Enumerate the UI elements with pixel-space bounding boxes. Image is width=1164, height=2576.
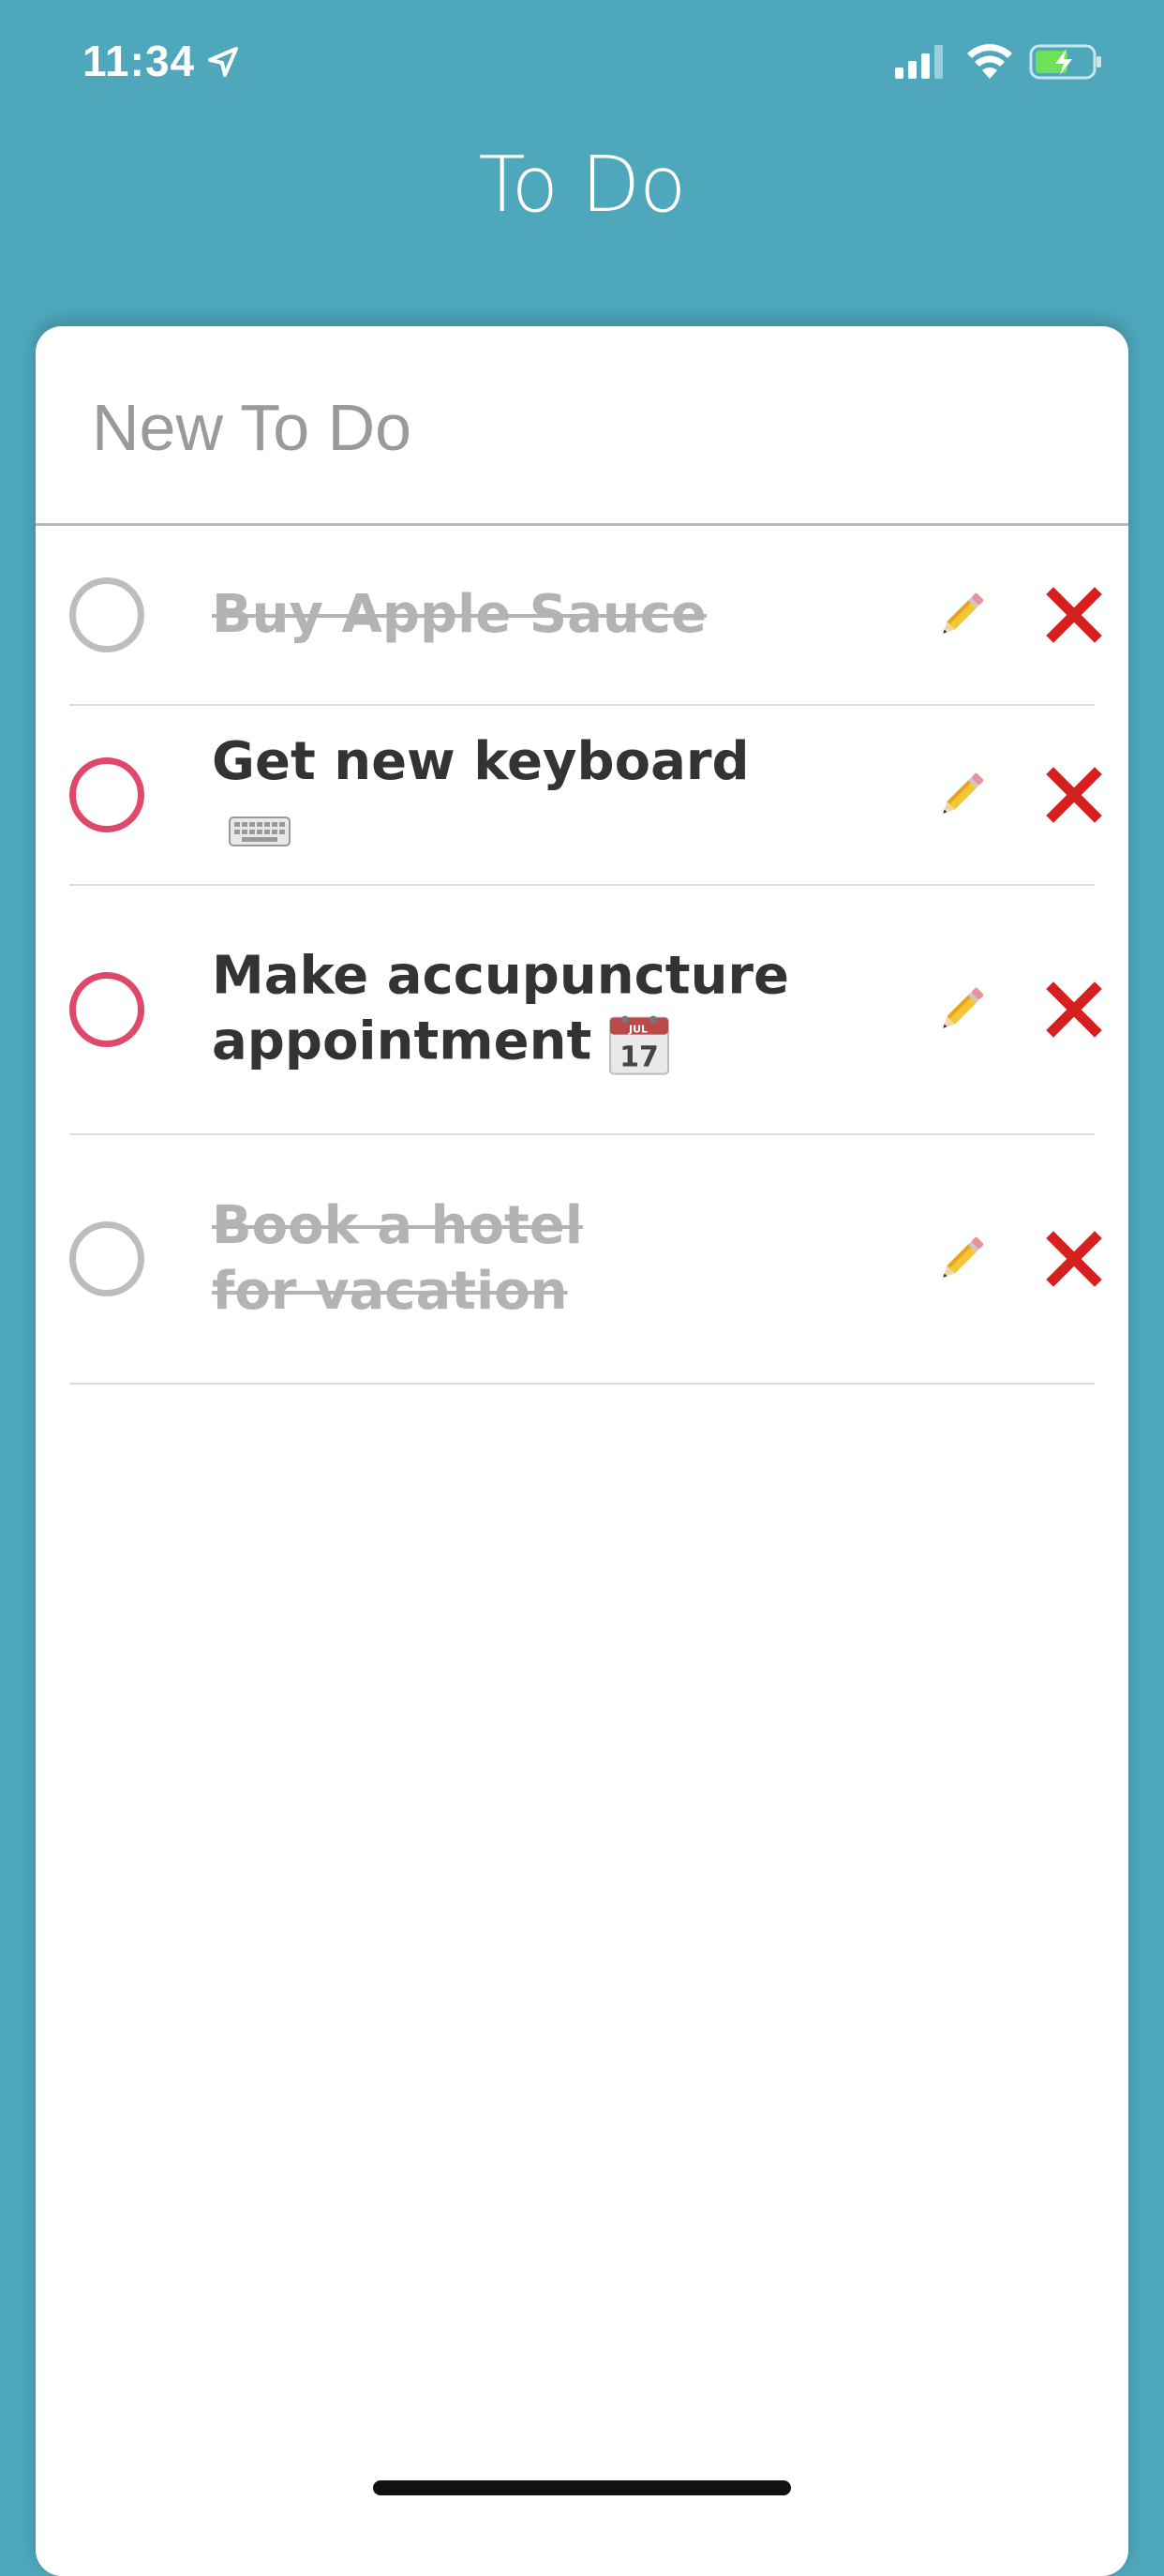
cellular-signal-icon [895,45,943,79]
todo-text-container[interactable]: Get new keyboard [212,729,793,861]
list-item: Make accupuncture appointment JUL 17 [69,886,1102,1135]
wifi-icon [967,44,1012,79]
close-x-icon[interactable] [1046,1231,1102,1287]
todo-text: Make accupuncture appointment [212,945,790,1072]
close-x-icon[interactable] [1046,981,1102,1038]
keyboard-icon [229,816,291,846]
todo-card: Buy Apple Sauce Get new keyboard [36,326,1128,2576]
completion-toggle[interactable] [69,1221,144,1296]
todo-text-container[interactable]: Make accupuncture appointment JUL 17 [212,944,793,1076]
list-item: Get new keyboard [69,706,1102,886]
list-item: Book a hotel for vacation [69,1135,1102,1385]
status-bar: 11:34 [0,0,1164,131]
pencil-icon[interactable] [933,767,990,823]
list-item: Buy Apple Sauce [69,526,1102,706]
battery-charging-icon [1029,44,1101,80]
new-todo-container [36,326,1128,526]
svg-text:JUL: JUL [628,1023,648,1035]
todo-text[interactable]: Book a hotel for vacation [212,1193,643,1325]
completion-toggle[interactable] [69,757,144,832]
todo-text[interactable]: Buy Apple Sauce [212,582,793,648]
completion-toggle[interactable] [69,972,144,1047]
pencil-icon[interactable] [933,1231,990,1287]
svg-text:17: 17 [619,1041,659,1073]
home-indicator[interactable] [373,2480,791,2495]
page-title: To Do [478,141,687,230]
status-time: 11:34 [82,37,196,85]
todo-list: Buy Apple Sauce Get new keyboard Make ac… [69,526,1102,1385]
todo-text: Get new keyboard [212,731,750,792]
pencil-icon[interactable] [933,981,990,1038]
completion-toggle[interactable] [69,577,144,652]
new-todo-input[interactable] [92,381,1067,474]
close-x-icon[interactable] [1046,587,1102,643]
pencil-icon[interactable] [933,587,990,643]
location-arrow-icon [208,47,238,77]
close-x-icon[interactable] [1046,767,1102,823]
calendar-icon: JUL 17 [609,1015,670,1075]
